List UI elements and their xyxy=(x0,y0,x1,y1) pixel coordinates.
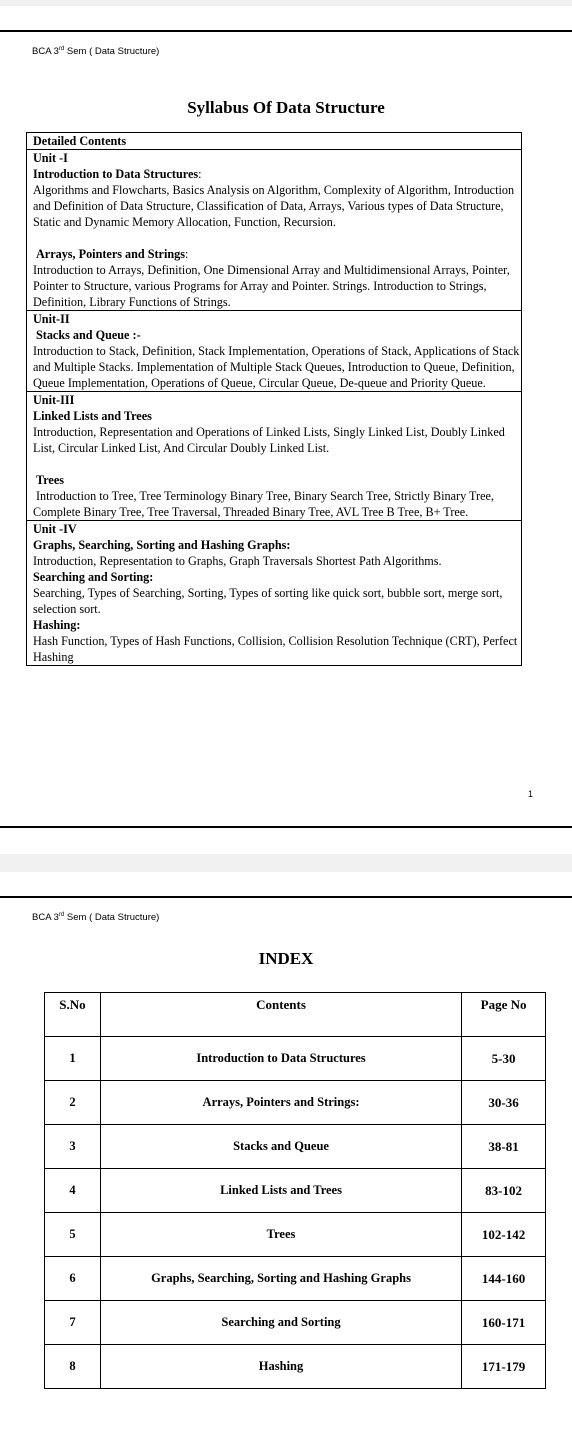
index-page-cell: 38-81 xyxy=(461,1124,546,1169)
table-row: 6 Graphs, Searching, Sorting and Hashing … xyxy=(44,1256,546,1301)
column-header-page-no: Page No xyxy=(461,992,546,1037)
index-sno-cell: 4 xyxy=(44,1168,101,1213)
unit-1-heading-1-colon: : xyxy=(198,167,202,181)
header-suffix: Sem ( Data Structure) xyxy=(64,46,160,58)
unit-4-text-2: Searching, Types of Searching, Sorting, … xyxy=(33,586,503,616)
unit-1-heading-2: Arrays, Pointers and Strings: xyxy=(33,246,521,262)
unit-1-label: Unit -I xyxy=(33,151,68,165)
index-sno-cell: 5 xyxy=(44,1212,101,1257)
index-content-cell: Hashing xyxy=(99,1344,463,1389)
unit-4-heading-3: Hashing: xyxy=(33,618,81,632)
top-rule xyxy=(0,30,572,32)
bottom-rule xyxy=(0,826,572,828)
unit-4-heading-1: Graphs, Searching, Sorting and Hashing G… xyxy=(33,538,291,552)
table-row: 2 Arrays, Pointers and Strings: 30-36 xyxy=(44,1080,546,1125)
syllabus-page: BCA 3rd Sem ( Data Structure) Syllabus O… xyxy=(0,6,572,854)
index-content-cell: Linked Lists and Trees xyxy=(99,1168,463,1213)
index-sno-cell: 8 xyxy=(44,1344,101,1389)
unit-1-heading-2-colon: : xyxy=(184,247,189,261)
top-rule xyxy=(0,896,572,898)
index-page-cell: 5-30 xyxy=(461,1036,546,1081)
unit-4-label: Unit -IV xyxy=(33,522,77,536)
unit-3-text-2: Introduction to Tree, Tree Terminology B… xyxy=(33,489,494,519)
unit-3-label: Unit-III xyxy=(33,393,75,407)
unit-1-section: Unit -I Introduction to Data Structures:… xyxy=(27,149,521,310)
column-header-contents: Contents xyxy=(99,992,463,1037)
page-header: BCA 3rd Sem ( Data Structure) xyxy=(32,46,159,57)
unit-2-text: Introduction to Stack, Definition, Stack… xyxy=(33,344,520,390)
unit-1-text-1: Algorithms and Flowcharts, Basics Analys… xyxy=(33,183,515,229)
page-number: 1 xyxy=(528,789,534,799)
index-page-cell: 171-179 xyxy=(461,1344,546,1389)
page-header: BCA 3rd Sem ( Data Structure) xyxy=(32,912,159,923)
index-page-cell: 30-36 xyxy=(461,1080,546,1125)
table-row: 3 Stacks and Queue 38-81 xyxy=(44,1124,546,1169)
unit-4-heading-2: Searching and Sorting: xyxy=(33,570,154,584)
index-page: BCA 3rd Sem ( Data Structure) INDEX S.No… xyxy=(0,872,572,1446)
unit-1-text-2: Introduction to Arrays, Definition, One … xyxy=(33,263,510,309)
index-sno-cell: 7 xyxy=(44,1300,101,1345)
unit-2-label: Unit-II xyxy=(33,312,70,326)
unit-1-heading-2-text: Arrays, Pointers and Strings xyxy=(36,247,185,261)
table-row: 8 Hashing 171-179 xyxy=(44,1344,546,1389)
unit-4-text-3: Hash Function, Types of Hash Functions, … xyxy=(33,634,518,664)
index-sno-cell: 1 xyxy=(44,1036,101,1081)
unit-1-heading-1-text: Introduction to Data Structures xyxy=(33,167,199,181)
unit-1-heading-1: Introduction to Data Structures: xyxy=(33,166,521,182)
unit-4-text-1: Introduction, Representation to Graphs, … xyxy=(33,554,442,568)
index-header-row: S.No Contents Page No xyxy=(44,992,546,1037)
index-content-cell: Graphs, Searching, Sorting and Hashing G… xyxy=(99,1256,463,1301)
index-table: S.No Contents Page No 1 Introduction to D… xyxy=(44,992,546,1389)
header-suffix: Sem ( Data Structure) xyxy=(64,912,160,924)
index-content-cell: Stacks and Queue xyxy=(99,1124,463,1169)
index-sno-cell: 6 xyxy=(44,1256,101,1301)
unit-3-section: Unit-III Linked Lists and Trees Introduc… xyxy=(27,391,521,520)
table-row: 7 Searching and Sorting 160-171 xyxy=(44,1300,546,1345)
syllabus-box: Detailed Contents Unit -I Introduction t… xyxy=(26,132,522,666)
index-content-cell: Trees xyxy=(99,1212,463,1257)
detailed-contents-row: Detailed Contents xyxy=(27,133,521,149)
table-row: 4 Linked Lists and Trees 83-102 xyxy=(44,1168,546,1213)
header-prefix: BCA 3 xyxy=(32,46,59,58)
index-content-cell: Arrays, Pointers and Strings: xyxy=(99,1080,463,1125)
unit-3-heading-2: Trees xyxy=(36,473,64,487)
index-page-cell: 83-102 xyxy=(461,1168,546,1213)
header-prefix: BCA 3 xyxy=(32,912,59,924)
index-content-cell: Introduction to Data Structures xyxy=(99,1036,463,1081)
page-title: Syllabus Of Data Structure xyxy=(187,98,385,117)
index-sno-cell: 2 xyxy=(44,1080,101,1125)
column-header-sno: S.No xyxy=(44,992,101,1037)
index-page-cell: 144-160 xyxy=(461,1256,546,1301)
table-row: 5 Trees 102-142 xyxy=(44,1212,546,1257)
unit-4-section: Unit -IV Graphs, Searching, Sorting and … xyxy=(27,520,521,665)
unit-3-heading-1: Linked Lists and Trees xyxy=(33,409,152,423)
unit-3-text-1: Introduction, Representation and Operati… xyxy=(33,425,505,455)
index-page-cell: 102-142 xyxy=(461,1212,546,1257)
index-title: INDEX xyxy=(258,949,314,968)
unit-2-section: Unit-II Stacks and Queue :- Introduction… xyxy=(27,310,521,391)
table-row: 1 Introduction to Data Structures 5-30 xyxy=(44,1036,546,1081)
index-content-cell: Searching and Sorting xyxy=(99,1300,463,1345)
unit-2-heading: Stacks and Queue :- xyxy=(36,328,141,342)
index-page-cell: 160-171 xyxy=(461,1300,546,1345)
detailed-contents-label: Detailed Contents xyxy=(33,134,127,148)
index-sno-cell: 3 xyxy=(44,1124,101,1169)
